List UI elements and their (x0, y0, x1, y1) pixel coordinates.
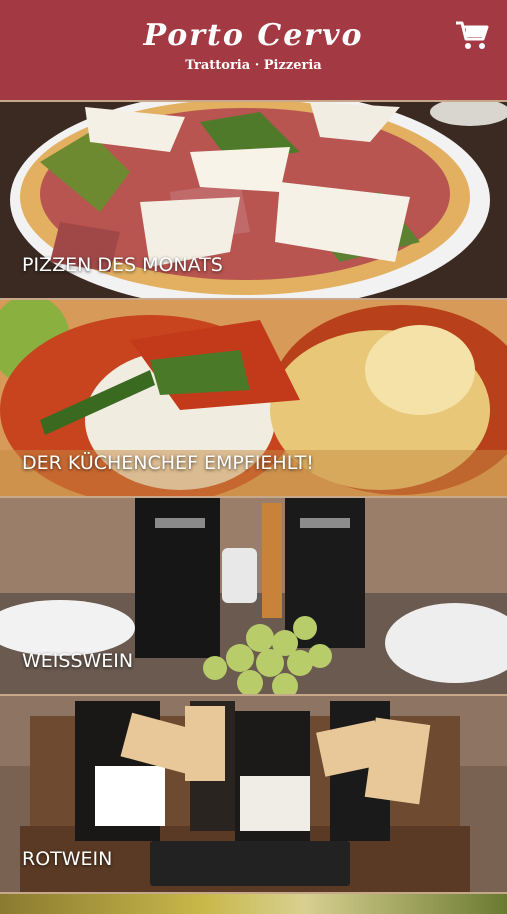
next-category-peek (0, 892, 507, 914)
category-tile-rotwein[interactable]: ROTWEIN (0, 694, 507, 892)
brand-tagline: Trattoria · Pizzeria (185, 58, 322, 73)
app-header: Porto Cervo Trattoria · Pizzeria (0, 0, 507, 100)
category-label: DER KÜCHENCHEF EMPFIEHLT! (22, 452, 314, 474)
brand-logo: Porto Cervo (143, 18, 364, 53)
category-label: WEISSWEIN (22, 650, 134, 672)
cart-icon[interactable] (455, 20, 489, 52)
category-label: PIZZEN DES MONATS (22, 254, 223, 276)
category-label: ROTWEIN (22, 848, 113, 870)
category-list: PIZZEN DES MONATS DER KÜCHENCHEF EMPFIEH… (0, 100, 507, 914)
category-tile-weisswein[interactable]: WEISSWEIN (0, 496, 507, 694)
category-tile-pizzen[interactable]: PIZZEN DES MONATS (0, 100, 507, 298)
category-tile-kuechenchef[interactable]: DER KÜCHENCHEF EMPFIEHLT! (0, 298, 507, 496)
